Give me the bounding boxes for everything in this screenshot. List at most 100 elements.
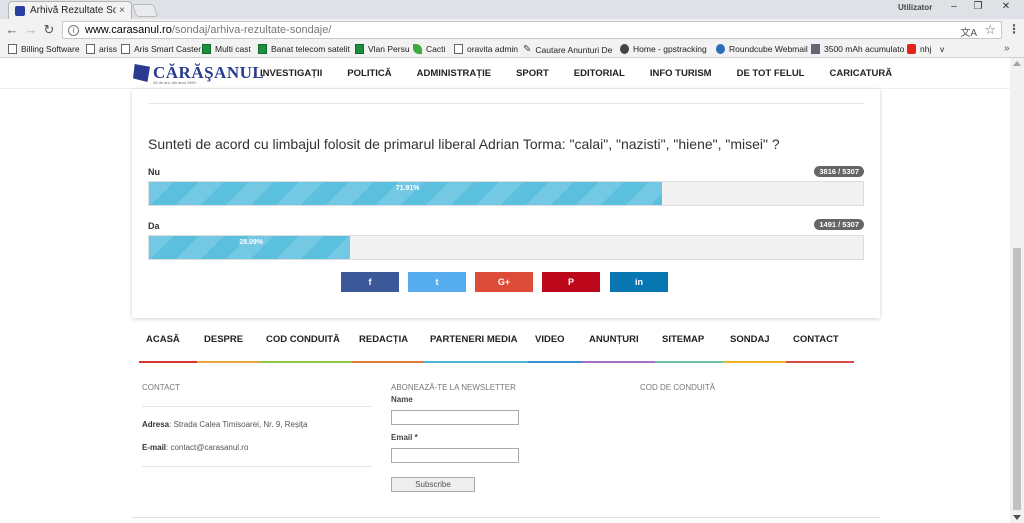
footer-nav-underline [582,361,656,363]
nav-item[interactable]: INFO TURISM [650,68,712,79]
bookmark-item[interactable]: v [940,44,944,54]
bookmark-label: Cacti [426,44,446,54]
bookmark-item[interactable]: Roundcube Webmail [716,44,808,54]
newsletter-name-label: Name [391,395,413,404]
nav-item[interactable]: ADMINISTRAȚIE [417,68,491,79]
contact-email: E-mail: contact@carasanul.ro [142,443,248,452]
minimize-icon[interactable]: – [944,1,964,12]
footer-nav-underline [197,361,259,363]
nav-item[interactable]: SPORT [516,68,549,79]
restore-icon[interactable]: ❐ [968,1,988,12]
address-bar[interactable]: i www.carasanul.ro /sondaj/arhiva-rezult… [62,21,1002,39]
browser-tab-active[interactable]: Arhivă Rezultate Sondaje × [8,1,132,19]
bookmark-item[interactable]: Billing Software [8,44,80,54]
bookmarks-overflow-icon[interactable]: » [1004,43,1010,54]
footer-nav-label: REDACȚIA [359,334,409,345]
option-label-da: Da [148,221,160,231]
page-icon [454,44,463,54]
footer-nav-item[interactable]: REDACȚIA [352,329,424,363]
nav-item[interactable]: INVESTIGAȚII [260,68,322,79]
bookmark-item[interactable]: Cacti [413,44,445,54]
bookmark-label: Cautare Anunturi De [535,44,613,55]
footer-nav-label: SITEMAP [662,334,705,345]
back-arrow-icon[interactable]: ← [4,22,20,38]
footer-nav-underline [655,361,723,363]
scroll-up-icon[interactable] [1013,61,1021,66]
footer-nav-item[interactable]: ANUNȚURI [582,329,656,363]
nav-item[interactable]: POLITICĂ [347,68,391,79]
result-bar-da: 28.09% [148,235,864,260]
nav-item[interactable]: DE TOT FELUL [737,68,805,79]
share-google-plus-button[interactable]: G+ [475,272,533,292]
site-favicon-icon [15,5,25,16]
footer-nav-label: CONTACT [793,334,839,345]
bookmark-item[interactable]: Multi cast [202,44,251,54]
card-divider [148,103,864,104]
logo-mark-icon [133,64,150,82]
footer-nav-item[interactable]: SONDAJ [723,329,787,363]
reload-icon[interactable]: ↻ [41,22,57,38]
bookmark-item[interactable]: Banat telecom satelit [258,44,350,54]
footer-nav-item[interactable]: CONTACT [786,329,854,363]
url-host: www.carasanul.ro [85,24,172,36]
page-icon [121,44,130,54]
page-scrollbar[interactable] [1010,58,1024,523]
bookmark-item[interactable]: Home - gpstracking [620,44,707,54]
forward-arrow-icon[interactable]: → [23,22,39,38]
main-navigation: INVESTIGAȚII POLITICĂ ADMINISTRAȚIE SPORT ED… [260,68,917,79]
footer-nav-item[interactable]: DESPRE [197,329,259,363]
close-window-icon[interactable]: ✕ [996,1,1016,12]
result-percent-nu: 71.91% [395,185,420,192]
footer-nav-item[interactable]: VIDEO [528,329,584,363]
bookmark-item[interactable]: ariss [86,44,117,54]
nav-item[interactable]: EDITORIAL [574,68,625,79]
tab-close-icon[interactable]: × [119,5,125,16]
youtube-icon [907,44,916,54]
bookmark-item[interactable]: nhj [907,44,931,54]
contact-address: Adresa: Strada Calea Timisoarei, Nr. 9, … [142,420,307,429]
footer-nav-item[interactable]: ACASĂ [139,329,198,363]
bookmark-item[interactable]: ✎ Cautare Anunturi De [523,44,612,55]
translate-icon[interactable]: 文A [960,24,977,39]
result-percent-da: 28.09% [239,239,264,246]
scroll-down-icon[interactable] [1013,515,1021,520]
newsletter-email-input[interactable] [391,448,519,463]
footer-nav-item[interactable]: SITEMAP [655,329,723,363]
bookmark-label: Home - gpstracking [633,44,707,54]
profile-name[interactable]: Utilizator [898,3,932,12]
bookmark-item[interactable]: oravita admin [454,44,518,54]
bookmark-item[interactable]: 3500 mAh acumulato [811,44,904,54]
footer-nav-label: SONDAJ [730,334,770,345]
footer-nav-item[interactable]: PARTENERI MEDIA [423,329,529,363]
footer-nav-item[interactable]: COD CONDUITĂ [259,329,355,363]
poll-question: Sunteti de acord cu limbajul folosit de … [148,136,780,152]
footer-nav-underline [723,361,787,363]
bookmark-label: 3500 mAh acumulato [824,44,905,54]
newsletter-name-input[interactable] [391,410,519,425]
site-logo[interactable]: CĂRĂŞANUL 26 de ani, din anul 1990 [133,63,264,85]
email-value[interactable]: : contact@carasanul.ro [166,443,248,452]
nav-item[interactable]: CARICATURĂ [829,68,892,79]
roundcube-icon [716,44,725,54]
share-twitter-button[interactable]: t [408,272,466,292]
vote-count-badge-nu: 3816 / 5307 [814,166,864,177]
bookmark-item[interactable]: Aris Smart Caster [121,44,201,54]
footer-nav-label: ACASĂ [146,334,180,345]
scrollbar-thumb[interactable] [1013,248,1021,510]
share-linkedin-button[interactable]: in [610,272,668,292]
address-value: : Strada Calea Timisoarei, Nr. 9, Reșița [169,420,308,429]
share-pinterest-button[interactable]: P [542,272,600,292]
share-facebook-button[interactable]: f [341,272,399,292]
browser-menu-icon[interactable]: ⋮ [1008,22,1020,36]
bookmark-label: nhj [920,44,932,54]
bookmark-star-icon[interactable]: ☆ [984,22,996,38]
new-tab-button[interactable] [131,4,159,17]
logo-tagline: 26 de ani, din anul 1990 [153,80,196,85]
site-info-icon[interactable]: i [68,24,79,36]
bookmarks-bar: » Billing Software ariss Aris Smart Caster… [0,41,1024,58]
bookmark-item[interactable]: Vlan Persu [355,44,410,54]
browser-tab-strip: Arhivă Rezultate Sondaje × Utilizator – … [0,0,1024,19]
email-label: E-mail [142,443,167,452]
url-path: /sondaj/arhiva-rezultate-sondaje/ [171,24,332,36]
subscribe-button[interactable]: Subscribe [391,477,475,492]
